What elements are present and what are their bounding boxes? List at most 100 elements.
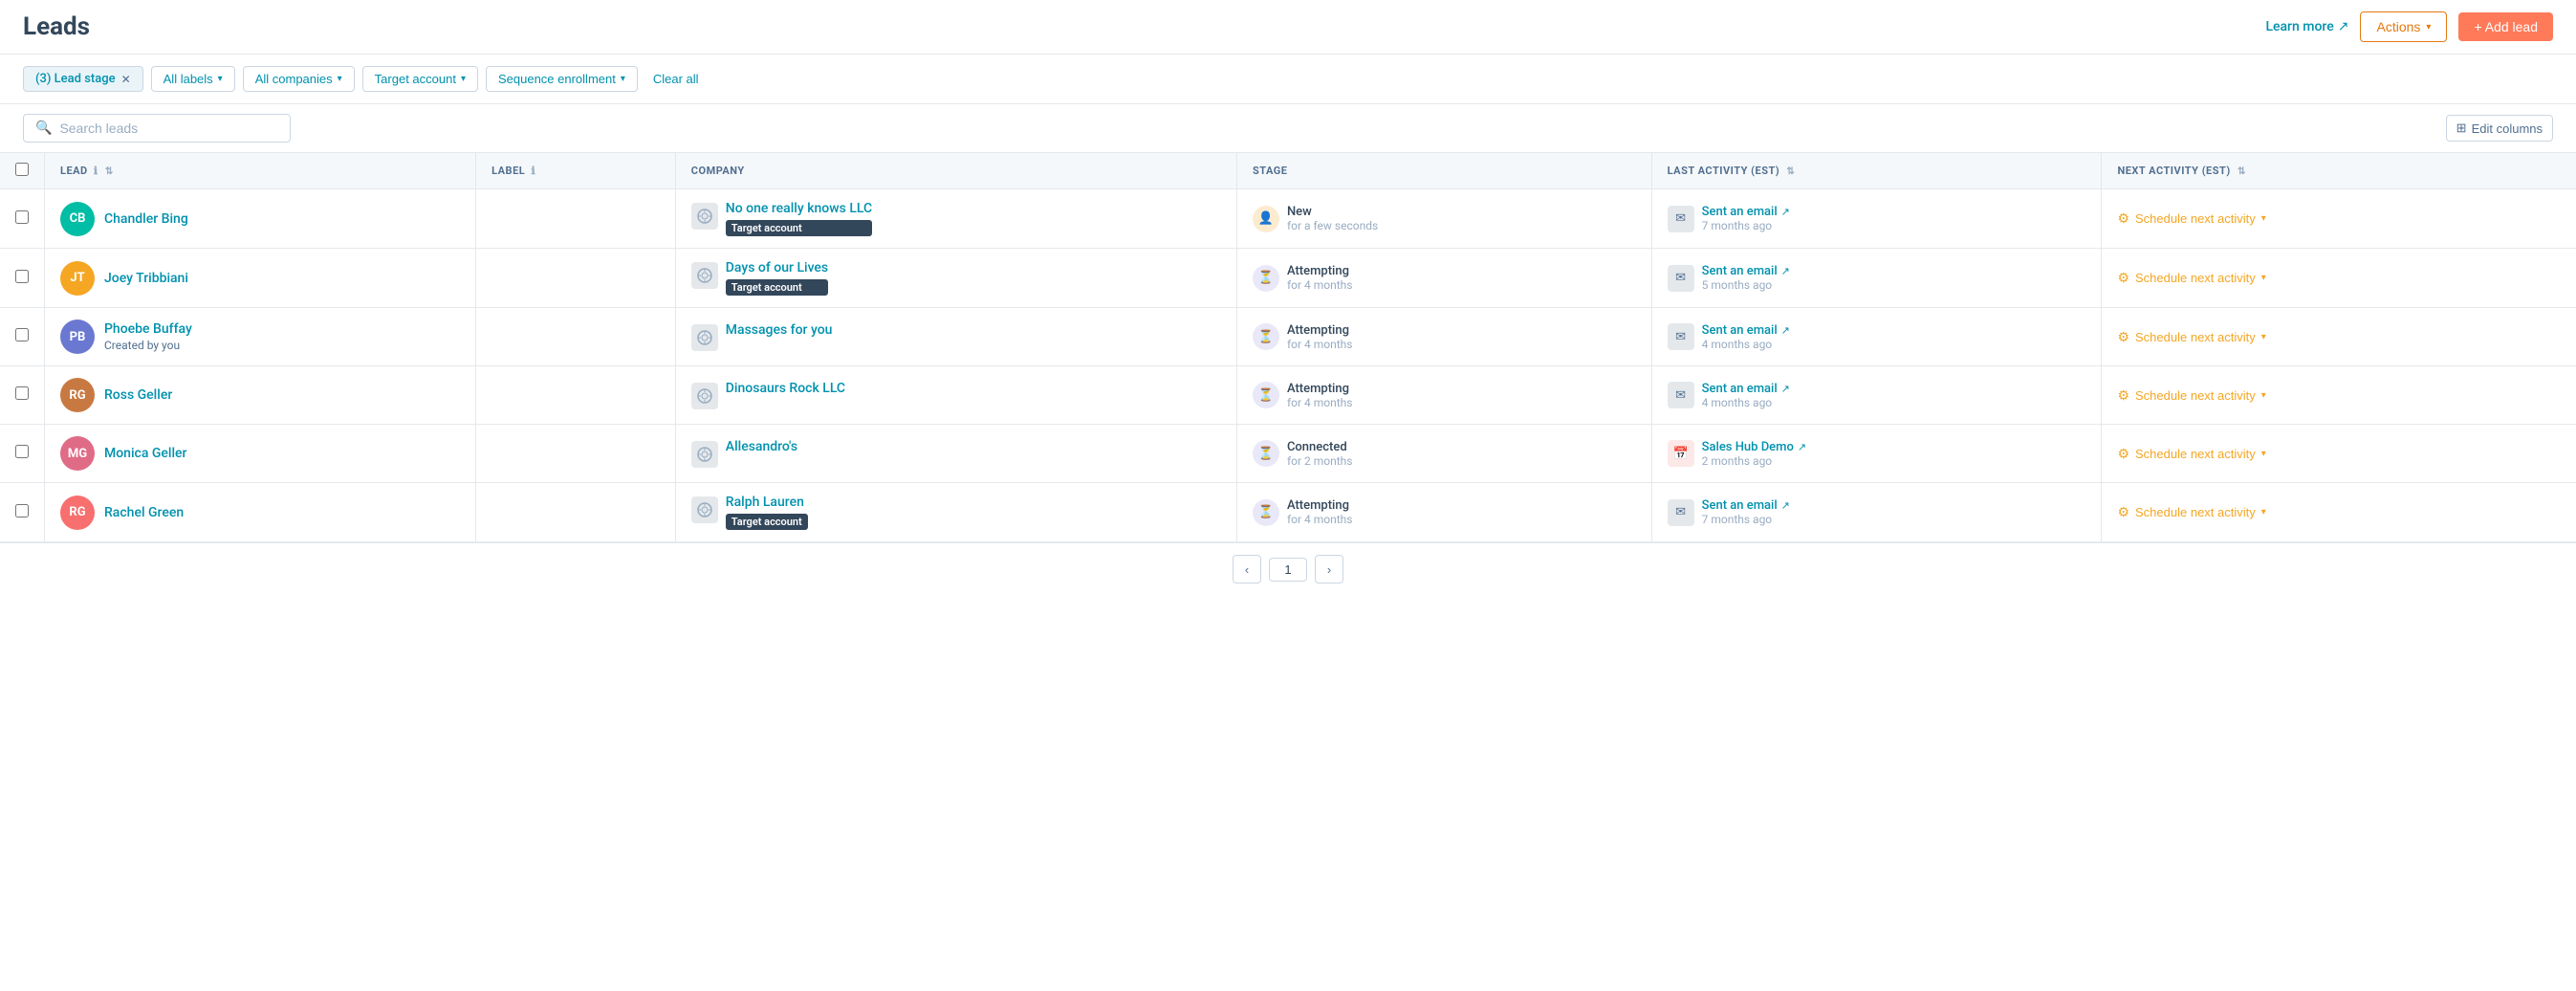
stage-name: Attempting (1287, 264, 1353, 278)
activity-name[interactable]: Sent an email ↗ (1702, 498, 1790, 513)
schedule-label: Schedule next activity (2135, 447, 2256, 461)
row-checkbox[interactable] (15, 210, 29, 224)
schedule-next-activity-button[interactable]: ⚙ Schedule next activity ▾ (2117, 210, 2265, 227)
row-checkbox-cell (0, 308, 45, 366)
schedule-next-activity-button[interactable]: ⚙ Schedule next activity ▾ (2117, 387, 2265, 404)
header-company: COMPANY (675, 153, 1236, 189)
company-cell: Allesandro's (675, 425, 1236, 483)
schedule-chevron-icon: ▾ (2261, 273, 2266, 283)
company-name[interactable]: Days of our Lives (726, 260, 828, 275)
lead-name[interactable]: Rachel Green (104, 505, 184, 520)
filter-bar: (3) Lead stage ✕ All labels ▾ All compan… (0, 55, 2576, 104)
stage-name: Attempting (1287, 382, 1353, 396)
schedule-next-activity-button[interactable]: ⚙ Schedule next activity ▾ (2117, 329, 2265, 345)
sequence-enrollment-chevron-icon: ▾ (621, 74, 625, 84)
activity-name[interactable]: Sent an email ↗ (1702, 205, 1790, 219)
all-companies-filter[interactable]: All companies ▾ (243, 66, 355, 92)
schedule-next-activity-button[interactable]: ⚙ Schedule next activity ▾ (2117, 504, 2265, 520)
lead-name[interactable]: Joey Tribbiani (104, 271, 188, 286)
lead-cell: MG Monica Geller (45, 425, 476, 483)
table-row: CB Chandler Bing No one really knows LLC… (0, 189, 2576, 249)
next-activity-cell: ⚙ Schedule next activity ▾ (2102, 366, 2576, 425)
avatar: CB (60, 202, 95, 236)
actions-button[interactable]: Actions ▾ (2360, 11, 2447, 42)
activity-name[interactable]: Sent an email ↗ (1702, 323, 1790, 338)
last-activity-sort-icon[interactable]: ⇅ (1786, 166, 1795, 177)
lead-stage-close-icon[interactable]: ✕ (121, 73, 131, 86)
label-cell (476, 483, 676, 542)
label-cell (476, 425, 676, 483)
activity-name[interactable]: Sent an email ↗ (1702, 382, 1790, 396)
prev-page-button[interactable]: ‹ (1233, 555, 1261, 584)
target-account-filter[interactable]: Target account ▾ (362, 66, 478, 92)
schedule-icon: ⚙ (2117, 387, 2129, 404)
sequence-enrollment-filter[interactable]: Sequence enrollment ▾ (486, 66, 638, 92)
search-bar-row: 🔍 ⊞ Edit columns (0, 104, 2576, 153)
next-page-button[interactable]: › (1315, 555, 1343, 584)
stage-icon: ⏳ (1253, 265, 1279, 292)
next-activity-sort-icon[interactable]: ⇅ (2238, 166, 2246, 177)
company-name[interactable]: No one really knows LLC (726, 201, 872, 216)
header-lead: LEAD ℹ ⇅ (45, 153, 476, 189)
row-checkbox[interactable] (15, 504, 29, 518)
pagination-bar: ‹ › (0, 542, 2576, 595)
schedule-next-activity-button[interactable]: ⚙ Schedule next activity ▾ (2117, 270, 2265, 286)
stage-name: Attempting (1287, 498, 1353, 513)
all-labels-filter[interactable]: All labels ▾ (151, 66, 235, 92)
add-lead-button[interactable]: + Add lead (2458, 12, 2553, 41)
row-checkbox[interactable] (15, 270, 29, 283)
schedule-chevron-icon: ▾ (2261, 507, 2266, 518)
avatar: RG (60, 496, 95, 530)
clear-all-button[interactable]: Clear all (645, 67, 707, 91)
company-icon (691, 496, 718, 523)
activity-name[interactable]: Sent an email ↗ (1702, 264, 1790, 278)
avatar: JT (60, 261, 95, 296)
next-activity-cell: ⚙ Schedule next activity ▾ (2102, 189, 2576, 249)
actions-chevron-icon: ▾ (2426, 22, 2431, 33)
page-title: Leads (23, 12, 90, 41)
schedule-icon: ⚙ (2117, 270, 2129, 286)
stage-duration: for 2 months (1287, 454, 1353, 468)
lead-name[interactable]: Monica Geller (104, 446, 187, 461)
table-row: RG Rachel Green Ralph Lauren Target acco… (0, 483, 2576, 542)
learn-more-link[interactable]: Learn more ↗ (2265, 19, 2348, 34)
company-name[interactable]: Ralph Lauren (726, 495, 808, 510)
schedule-chevron-icon: ▾ (2261, 390, 2266, 401)
row-checkbox[interactable] (15, 328, 29, 341)
lead-name[interactable]: Phoebe Buffay (104, 321, 192, 337)
table-row: JT Joey Tribbiani Days of our Lives Targ… (0, 249, 2576, 308)
row-checkbox[interactable] (15, 445, 29, 458)
stage-duration: for 4 months (1287, 513, 1353, 526)
select-all-checkbox[interactable] (15, 163, 29, 176)
lead-sort-icon[interactable]: ⇅ (105, 166, 114, 177)
table-row: MG Monica Geller Allesandro's ⏳ (0, 425, 2576, 483)
schedule-label: Schedule next activity (2135, 271, 2256, 285)
activity-time: 4 months ago (1702, 338, 1790, 351)
stage-icon: ⏳ (1253, 499, 1279, 526)
page-number-input[interactable] (1269, 558, 1307, 582)
stage-name: New (1287, 205, 1378, 219)
lead-info-icon: ℹ (94, 165, 98, 177)
lead-sub: Created by you (104, 339, 192, 352)
stage-icon: ⏳ (1253, 440, 1279, 467)
schedule-icon: ⚙ (2117, 329, 2129, 345)
stage-cell: ⏳ Connected for 2 months (1236, 425, 1651, 483)
company-name[interactable]: Allesandro's (726, 439, 797, 454)
schedule-icon: ⚙ (2117, 504, 2129, 520)
row-checkbox[interactable] (15, 386, 29, 400)
leads-tbody: CB Chandler Bing No one really knows LLC… (0, 189, 2576, 542)
edit-columns-button[interactable]: ⊞ Edit columns (2446, 115, 2553, 142)
activity-type-icon: ✉ (1668, 499, 1694, 526)
company-name[interactable]: Dinosaurs Rock LLC (726, 381, 845, 396)
search-input[interactable] (59, 121, 278, 136)
schedule-next-activity-button[interactable]: ⚙ Schedule next activity ▾ (2117, 446, 2265, 462)
avatar: PB (60, 319, 95, 354)
company-cell: No one really knows LLC Target account (675, 189, 1236, 249)
company-icon (691, 203, 718, 230)
lead-name[interactable]: Chandler Bing (104, 211, 188, 227)
lead-stage-filter[interactable]: (3) Lead stage ✕ (23, 66, 143, 92)
search-input-wrap[interactable]: 🔍 (23, 114, 291, 143)
company-name[interactable]: Massages for you (726, 322, 833, 338)
lead-name[interactable]: Ross Geller (104, 387, 172, 403)
activity-name[interactable]: Sales Hub Demo ↗ (1702, 440, 1806, 454)
